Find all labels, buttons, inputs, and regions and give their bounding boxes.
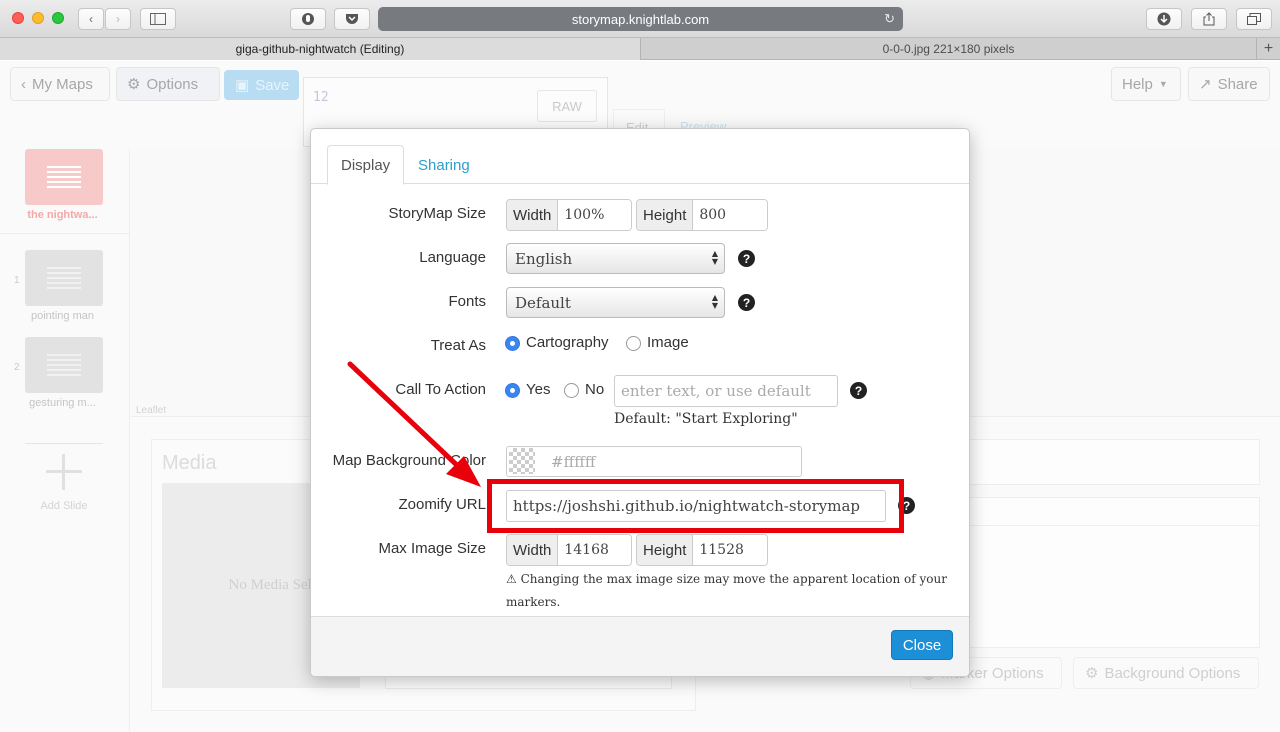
red-arrow-icon [347, 361, 481, 487]
